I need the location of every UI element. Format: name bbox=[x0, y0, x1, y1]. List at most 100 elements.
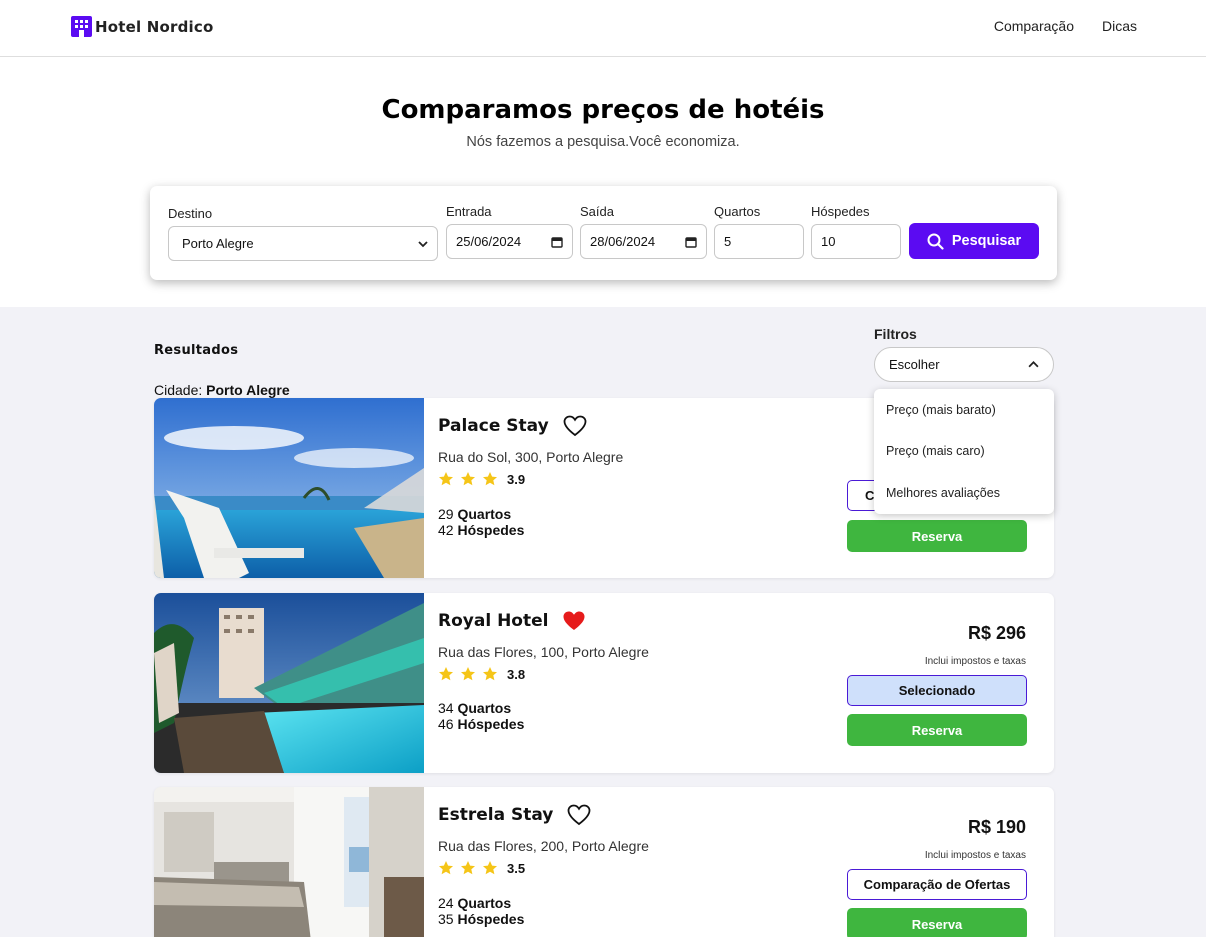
entrada-date-input[interactable]: 25/06/2024 bbox=[446, 224, 573, 259]
hotel-photo bbox=[154, 593, 424, 773]
reserve-button[interactable]: Reserva bbox=[847, 520, 1027, 552]
rooms-label: Quartos bbox=[457, 506, 512, 522]
star-icon bbox=[483, 861, 497, 875]
city-label: Cidade: bbox=[154, 382, 203, 398]
saida-field-group: Saída 28/06/2024 bbox=[580, 204, 707, 259]
quartos-input[interactable]: 5 bbox=[714, 224, 804, 259]
page-title: Comparamos preços de hotéis bbox=[381, 95, 825, 125]
destino-label: Destino bbox=[168, 206, 213, 221]
hotel-card: Estrela Stay Rua das Flores, 200, Porto … bbox=[154, 787, 1054, 937]
rooms-count: 29 Quartos bbox=[438, 506, 511, 522]
reserve-button[interactable]: Reserva bbox=[847, 908, 1027, 937]
hotel-price: R$ 296 bbox=[967, 623, 1026, 643]
entrada-value: 25/06/2024 bbox=[456, 234, 522, 249]
city-line: Cidade: Porto Alegre bbox=[154, 382, 290, 398]
filter-option-cheapest[interactable]: Preço (mais barato) bbox=[874, 389, 1054, 431]
star-icon bbox=[461, 861, 475, 875]
compare-offers-button[interactable]: Comparação de Ofertas bbox=[847, 869, 1027, 900]
hospedes-field-group: Hóspedes 10 bbox=[811, 204, 901, 259]
guests-number: 46 bbox=[438, 716, 454, 732]
heart-outline-icon[interactable] bbox=[563, 415, 587, 437]
rating-stars: 3.5 bbox=[438, 860, 525, 876]
search-button[interactable]: Pesquisar bbox=[909, 223, 1039, 259]
destino-value: Porto Alegre bbox=[182, 236, 254, 251]
hospedes-value: 10 bbox=[821, 234, 836, 249]
star-icon bbox=[483, 472, 497, 486]
hotel-name: Palace Stay bbox=[438, 416, 549, 436]
star-icon bbox=[461, 472, 475, 486]
guests-number: 35 bbox=[438, 911, 454, 927]
hospedes-label: Hóspedes bbox=[811, 204, 870, 219]
guests-label: Hóspedes bbox=[457, 911, 525, 927]
guests-label: Hóspedes bbox=[457, 522, 525, 538]
quartos-field-group: Quartos 5 bbox=[714, 204, 804, 259]
filters-label: Filtros bbox=[874, 326, 917, 342]
star-icon bbox=[461, 667, 475, 681]
nav-link-comparacao[interactable]: Comparação bbox=[994, 18, 1074, 34]
hotel-address: Rua do Sol, 300, Porto Alegre bbox=[438, 449, 624, 465]
hospedes-input[interactable]: 10 bbox=[811, 224, 901, 259]
saida-label: Saída bbox=[580, 204, 614, 219]
rooms-label: Quartos bbox=[457, 700, 512, 716]
quartos-label: Quartos bbox=[714, 204, 761, 219]
search-icon bbox=[927, 233, 944, 250]
nav-links: Comparação Dicas bbox=[994, 18, 1137, 34]
rooms-count: 34 Quartos bbox=[438, 700, 511, 716]
rating-value: 3.5 bbox=[507, 860, 526, 876]
rooms-count: 24 Quartos bbox=[438, 895, 511, 911]
search-button-label: Pesquisar bbox=[951, 233, 1022, 249]
calendar-icon[interactable] bbox=[685, 236, 697, 248]
rating-value: 3.9 bbox=[507, 471, 526, 487]
destino-select[interactable]: Porto Alegre bbox=[168, 226, 438, 261]
star-icon bbox=[439, 667, 453, 681]
reserve-button[interactable]: Reserva bbox=[847, 714, 1027, 746]
guests-number: 42 bbox=[438, 522, 454, 538]
rooms-number: 34 bbox=[438, 700, 454, 716]
filters-dropdown-menu: Preço (mais barato) Preço (mais caro) Me… bbox=[874, 389, 1054, 514]
filters-selected-value: Escolher bbox=[889, 357, 940, 372]
tax-note: Inclui impostos e taxas bbox=[924, 850, 1026, 861]
brand-logo[interactable]: Hotel Nordico bbox=[71, 16, 214, 37]
brand-name: Hotel Nordico bbox=[95, 17, 214, 36]
nav-link-dicas[interactable]: Dicas bbox=[1102, 18, 1137, 34]
rooms-number: 29 bbox=[438, 506, 454, 522]
filter-option-most-expensive[interactable]: Preço (mais caro) bbox=[874, 431, 1054, 473]
filters-select[interactable]: Escolher bbox=[874, 347, 1054, 382]
hotel-price: R$ 190 bbox=[967, 817, 1026, 837]
destino-field-group: Destino Porto Alegre bbox=[168, 206, 438, 261]
rating-stars: 3.8 bbox=[438, 666, 525, 682]
chevron-up-icon bbox=[1028, 361, 1039, 368]
hotel-photo bbox=[154, 398, 424, 578]
chevron-down-icon bbox=[418, 240, 428, 247]
hotel-building-icon bbox=[71, 16, 92, 37]
hotel-photo bbox=[154, 787, 424, 937]
hotel-address: Rua das Flores, 100, Porto Alegre bbox=[438, 644, 649, 660]
rating-value: 3.8 bbox=[507, 666, 526, 682]
star-icon bbox=[439, 861, 453, 875]
hotel-name-row: Estrela Stay bbox=[438, 804, 591, 826]
hotel-name-row: Palace Stay bbox=[438, 415, 587, 437]
city-value: Porto Alegre bbox=[206, 382, 290, 398]
page-subtitle: Nós fazemos a pesquisa.Você economiza. bbox=[466, 134, 740, 150]
entrada-label: Entrada bbox=[446, 204, 492, 219]
guests-count: 42 Hóspedes bbox=[438, 522, 524, 538]
hotel-card: Royal Hotel Rua das Flores, 100, Porto A… bbox=[154, 593, 1054, 773]
guests-count: 46 Hóspedes bbox=[438, 716, 524, 732]
rooms-label: Quartos bbox=[457, 895, 512, 911]
results-title: Resultados bbox=[154, 343, 239, 358]
filter-option-best-rated[interactable]: Melhores avaliações bbox=[874, 472, 1054, 514]
compare-offers-button[interactable]: Selecionado bbox=[847, 675, 1027, 706]
tax-note: Inclui impostos e taxas bbox=[924, 656, 1026, 667]
hotel-name: Royal Hotel bbox=[438, 611, 549, 631]
heart-outline-icon[interactable] bbox=[567, 804, 591, 826]
hotel-address: Rua das Flores, 200, Porto Alegre bbox=[438, 838, 649, 854]
saida-date-input[interactable]: 28/06/2024 bbox=[580, 224, 707, 259]
rating-stars: 3.9 bbox=[438, 471, 525, 487]
star-icon bbox=[439, 472, 453, 486]
calendar-icon[interactable] bbox=[551, 236, 563, 248]
star-icon bbox=[483, 667, 497, 681]
saida-value: 28/06/2024 bbox=[590, 234, 656, 249]
guests-label: Hóspedes bbox=[457, 716, 525, 732]
top-navbar: Hotel Nordico Comparação Dicas bbox=[0, 0, 1206, 57]
heart-filled-icon[interactable] bbox=[562, 610, 586, 632]
